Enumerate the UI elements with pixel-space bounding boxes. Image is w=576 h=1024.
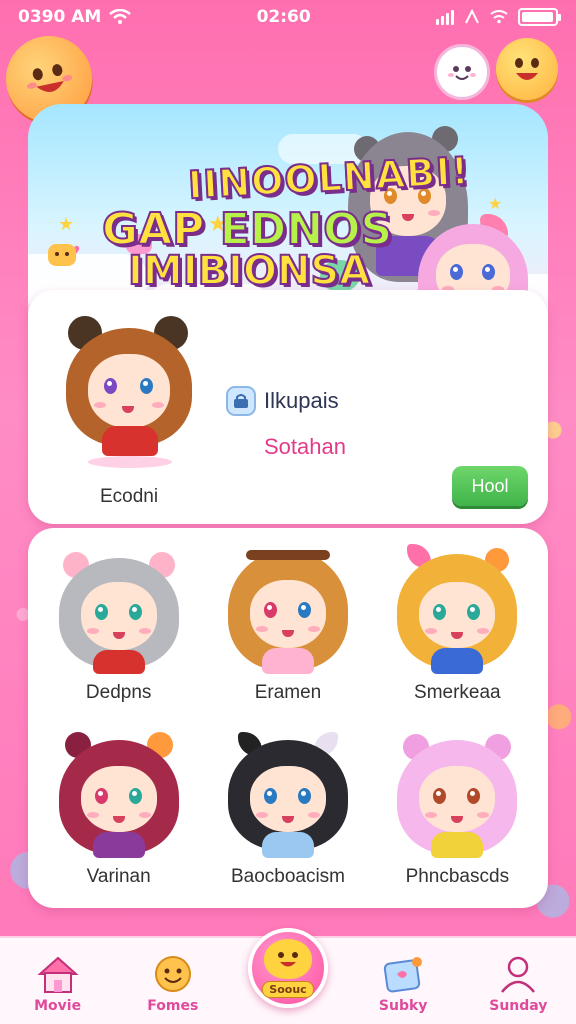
nav-label: Movie	[34, 998, 82, 1014]
character-avatar	[227, 728, 348, 858]
hold-button[interactable]: Hool	[452, 466, 528, 506]
character-item[interactable]: Phncbascds	[373, 718, 542, 902]
character-grid: Dedpns Eramen Smerkeaa Varinan Baocboaci…	[28, 528, 548, 908]
nav-label: Sunday	[489, 998, 548, 1014]
character-name: Eramen	[254, 682, 322, 703]
lock-box-icon	[226, 386, 256, 416]
ghost-icon[interactable]	[434, 44, 490, 100]
nav-item-sunday[interactable]: Sunday	[473, 952, 563, 1014]
character-item[interactable]: Varinan	[34, 718, 203, 902]
character-name: Dedpns	[85, 682, 152, 703]
nav-item-movie[interactable]: Movie	[13, 952, 103, 1014]
wifi-icon	[109, 9, 132, 24]
signal-icon	[436, 9, 454, 25]
character-icon	[264, 938, 312, 979]
nav-label: Subky	[378, 998, 428, 1014]
character-item[interactable]: Eramen	[203, 534, 372, 718]
smiley-icon	[151, 952, 195, 996]
featured-info-sub: Sotahan	[264, 434, 346, 459]
featured-character	[64, 314, 194, 474]
character-item[interactable]: Dedpns	[34, 534, 203, 718]
featured-info-label: Ilkupais	[264, 388, 339, 413]
character-avatar	[227, 544, 348, 674]
status-clock: 02:60	[256, 7, 311, 27]
character-item[interactable]: Baocboacism	[203, 718, 372, 902]
nav-item-center[interactable]: Soouc	[248, 928, 328, 1008]
person-icon	[496, 952, 540, 996]
battery-icon	[518, 8, 561, 26]
nav-item-subky[interactable]: Subky	[358, 952, 448, 1014]
cat-sticker-icon	[48, 244, 76, 266]
character-avatar	[397, 728, 518, 858]
character-name: Phncbascds	[405, 866, 510, 887]
character-avatar	[58, 544, 179, 674]
hero-title-sub: IMIBIONSA	[127, 247, 371, 295]
nav-label: Fomes	[147, 998, 199, 1014]
character-avatar	[58, 728, 179, 858]
status-bar: 0390 AM 02:60	[0, 0, 576, 34]
character-avatar	[397, 544, 518, 674]
character-name: Varinan	[86, 866, 151, 887]
status-time: 0390 AM	[18, 7, 102, 27]
nav-item-fomes[interactable]: Fomes	[128, 952, 218, 1014]
wifi-icon-right	[490, 10, 508, 24]
character-item[interactable]: Smerkeaa	[373, 534, 542, 718]
character-name: Baocboacism	[230, 866, 346, 887]
star-icon: ★	[58, 214, 75, 235]
featured-info: Ilkupais	[226, 386, 339, 416]
star-icon: ★	[488, 194, 503, 213]
house-icon	[36, 952, 80, 996]
mascot-right-icon[interactable]	[496, 38, 558, 100]
card-icon	[381, 952, 425, 996]
nav-center-label: Soouc	[262, 980, 314, 998]
featured-character-name: Ecodni	[100, 486, 159, 507]
signal-alt-icon	[465, 9, 479, 24]
character-name: Smerkeaa	[414, 682, 501, 703]
